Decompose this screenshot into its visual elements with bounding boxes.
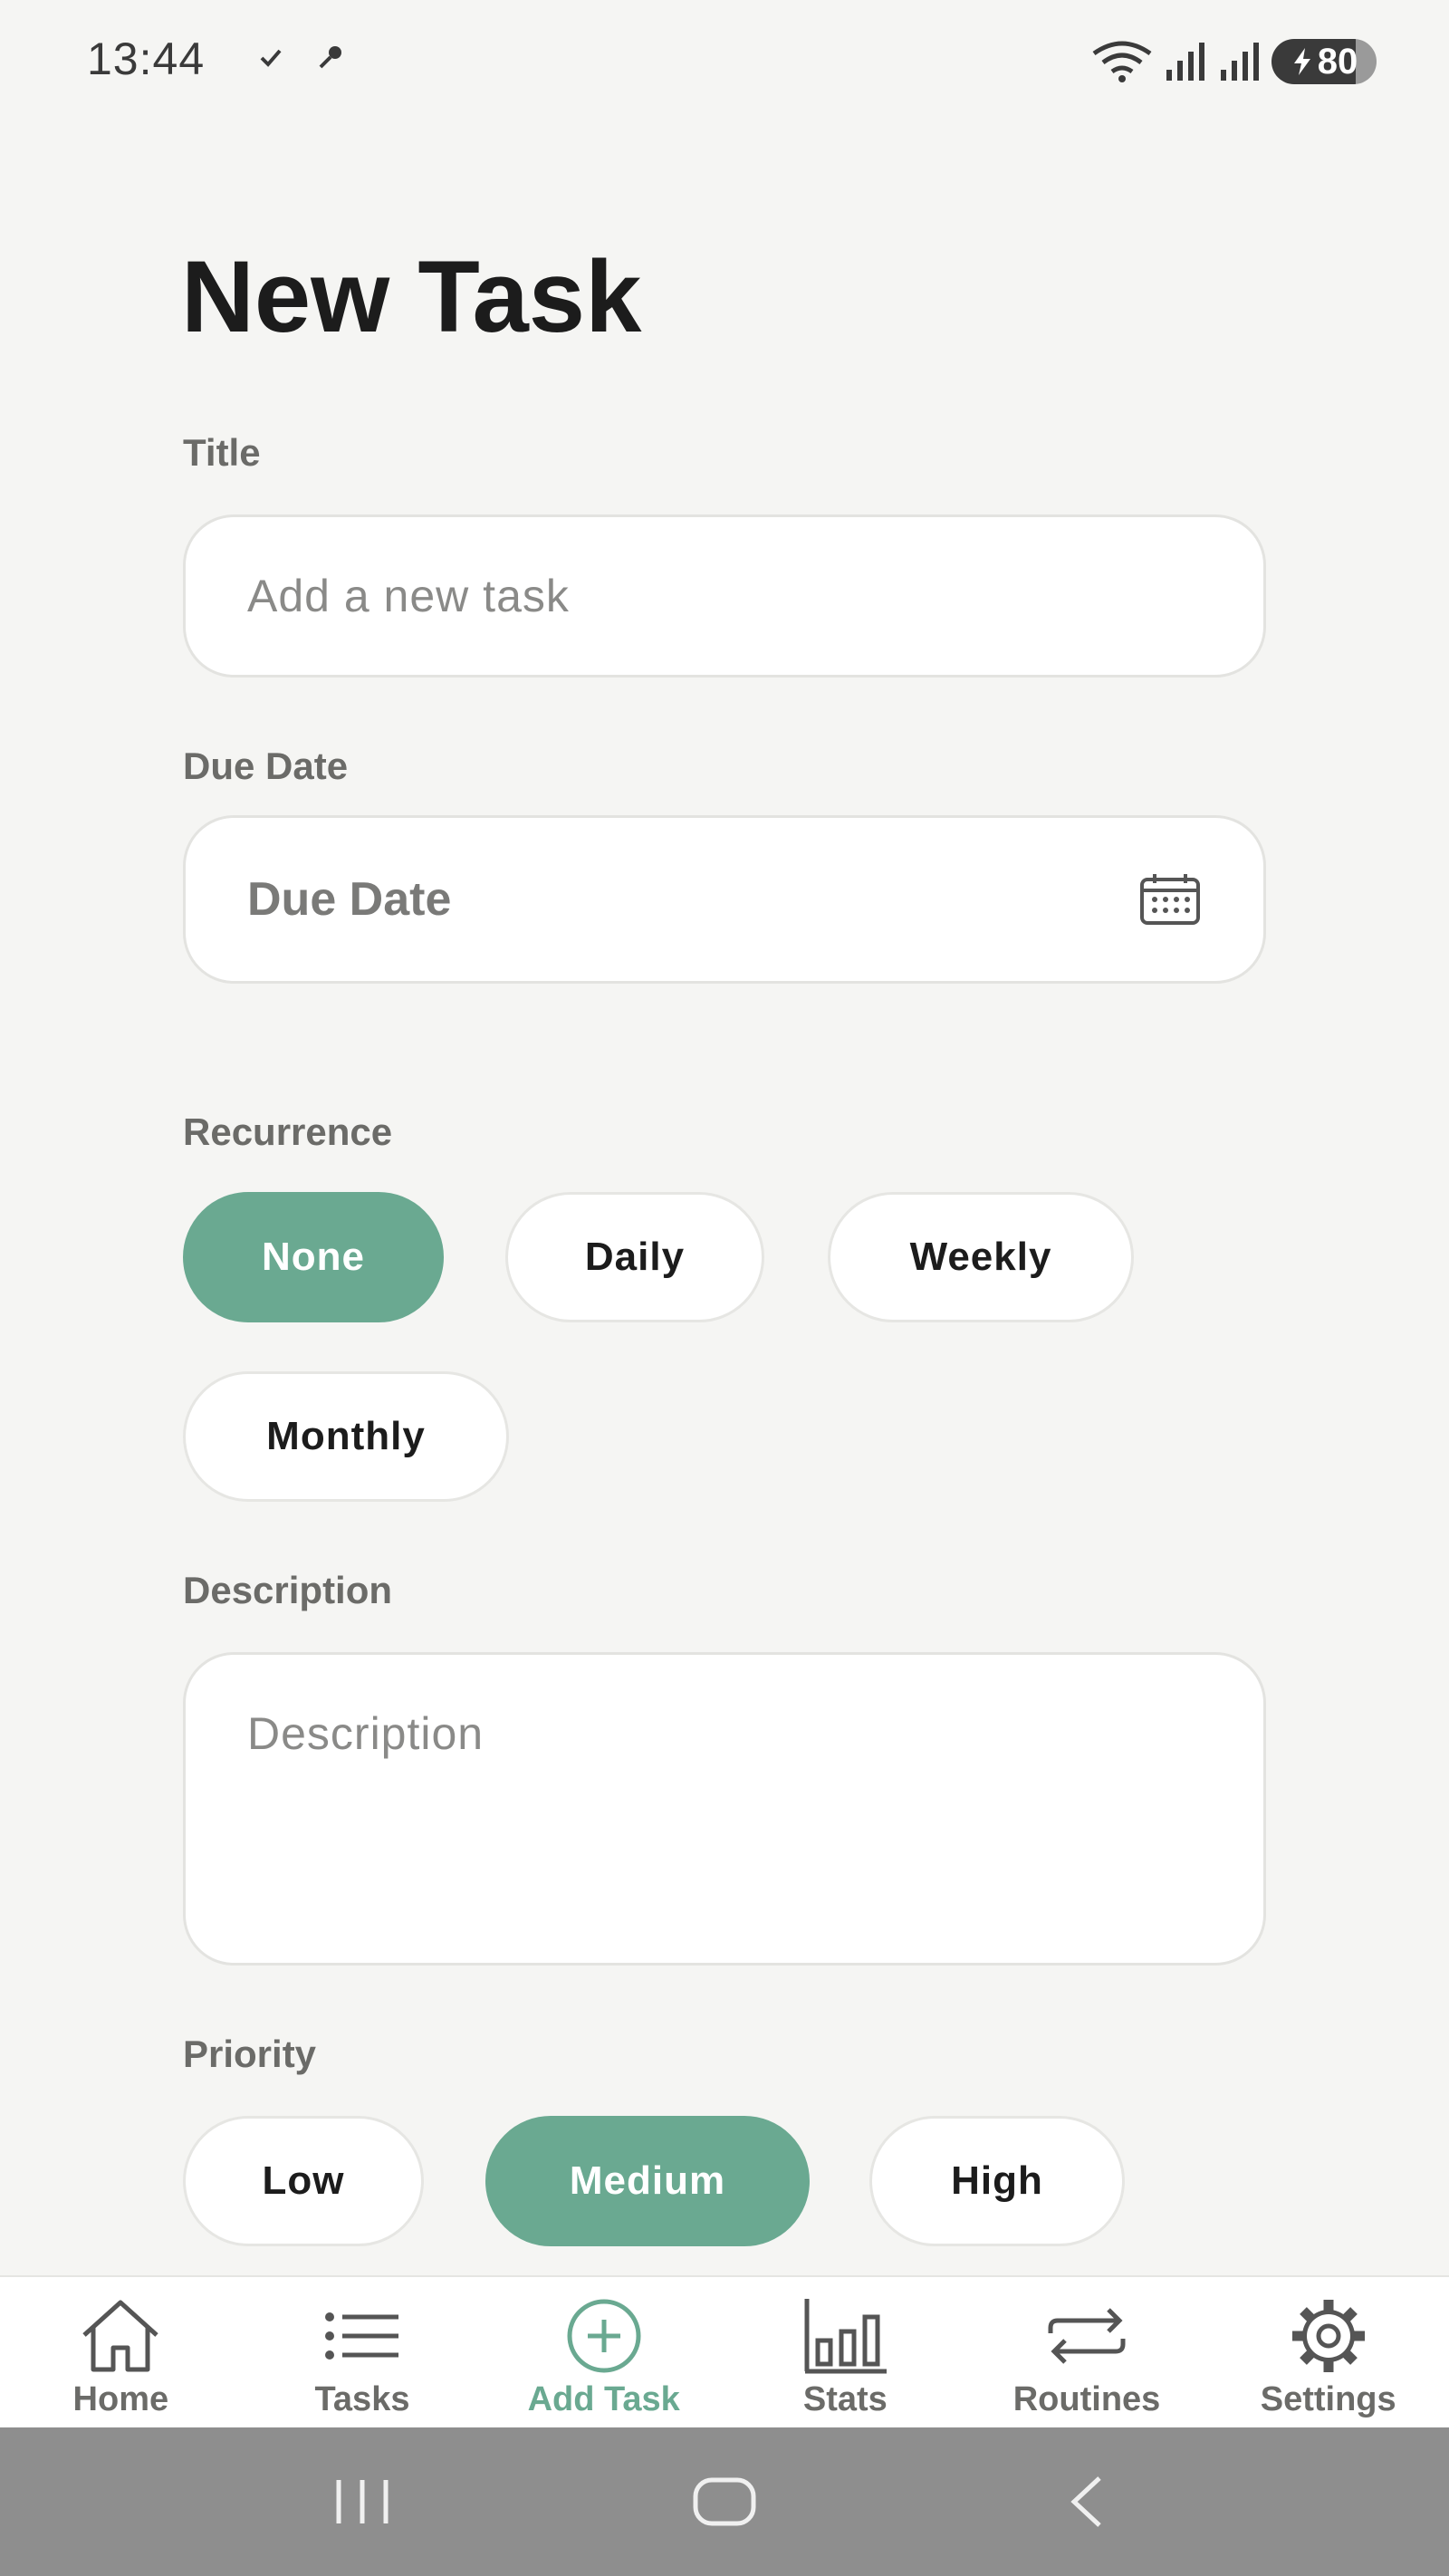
- recurrence-label: Recurrence: [183, 1110, 393, 1153]
- nav-label-add-task: Add Task: [527, 2380, 680, 2418]
- nav-label-tasks: Tasks: [314, 2380, 410, 2418]
- priority-high-chip[interactable]: High: [869, 2116, 1125, 2246]
- nav-item-home[interactable]: Home: [0, 2277, 242, 2429]
- charging-icon: [1293, 48, 1310, 75]
- nav-item-add-task[interactable]: Add Task: [483, 2277, 724, 2429]
- due-date-text: Due Date: [247, 873, 452, 926]
- battery-indicator: 80: [1271, 39, 1377, 84]
- description-label: Description: [183, 1569, 393, 1611]
- title-input[interactable]: [183, 514, 1266, 678]
- recents-icon[interactable]: [312, 2452, 412, 2552]
- nav-label-settings: Settings: [1260, 2380, 1396, 2418]
- back-icon[interactable]: [1037, 2452, 1137, 2552]
- priority-label: Priority: [183, 2033, 317, 2075]
- page-title: New Task: [181, 240, 642, 353]
- due-date-field[interactable]: Due Date: [183, 815, 1266, 984]
- bar-chart-icon: [801, 2297, 888, 2375]
- nav-label-stats: Stats: [802, 2380, 888, 2418]
- bottom-nav: Home Tasks Add Task Stats Routines Setti…: [0, 2275, 1449, 2429]
- recurrence-weekly-chip[interactable]: Weekly: [828, 1192, 1134, 1322]
- priority-medium-chip[interactable]: Medium: [485, 2116, 810, 2246]
- key-icon: [319, 46, 341, 69]
- due-date-label: Due Date: [183, 745, 349, 787]
- nav-label-routines: Routines: [1012, 2380, 1161, 2418]
- nav-item-routines[interactable]: Routines: [966, 2277, 1208, 2429]
- signal-icon: [1166, 43, 1204, 81]
- wifi-icon: [1092, 41, 1152, 82]
- status-bar: 13:44 80: [0, 0, 1449, 118]
- screen: 13:44 80 New Task Title Add a new task D…: [0, 0, 1449, 2576]
- nav-item-settings[interactable]: Settings: [1207, 2277, 1449, 2429]
- priority-low-chip[interactable]: Low: [183, 2116, 424, 2246]
- nav-item-stats[interactable]: Stats: [724, 2277, 966, 2429]
- nav-label-home: Home: [72, 2380, 169, 2418]
- gear-icon: [1285, 2297, 1372, 2375]
- add-circle-icon: [561, 2297, 648, 2375]
- status-icons: 80: [1090, 36, 1377, 87]
- home-icon: [77, 2297, 164, 2375]
- check-icon: [260, 49, 282, 67]
- repeat-icon: [1043, 2297, 1130, 2375]
- status-time: 13:44: [87, 34, 206, 84]
- list-icon: [319, 2297, 406, 2375]
- description-input[interactable]: [183, 1652, 1266, 1966]
- system-nav-bar: [0, 2427, 1449, 2576]
- title-label: Title: [183, 431, 261, 474]
- recurrence-monthly-chip[interactable]: Monthly: [183, 1371, 509, 1502]
- nav-item-tasks[interactable]: Tasks: [242, 2277, 484, 2429]
- recurrence-daily-chip[interactable]: Daily: [505, 1192, 764, 1322]
- home-button-icon[interactable]: [675, 2452, 774, 2552]
- recurrence-none-chip[interactable]: None: [183, 1192, 444, 1322]
- battery-level: 80: [1317, 41, 1358, 82]
- calendar-icon[interactable]: [1138, 872, 1202, 927]
- signal-icon: [1221, 43, 1259, 81]
